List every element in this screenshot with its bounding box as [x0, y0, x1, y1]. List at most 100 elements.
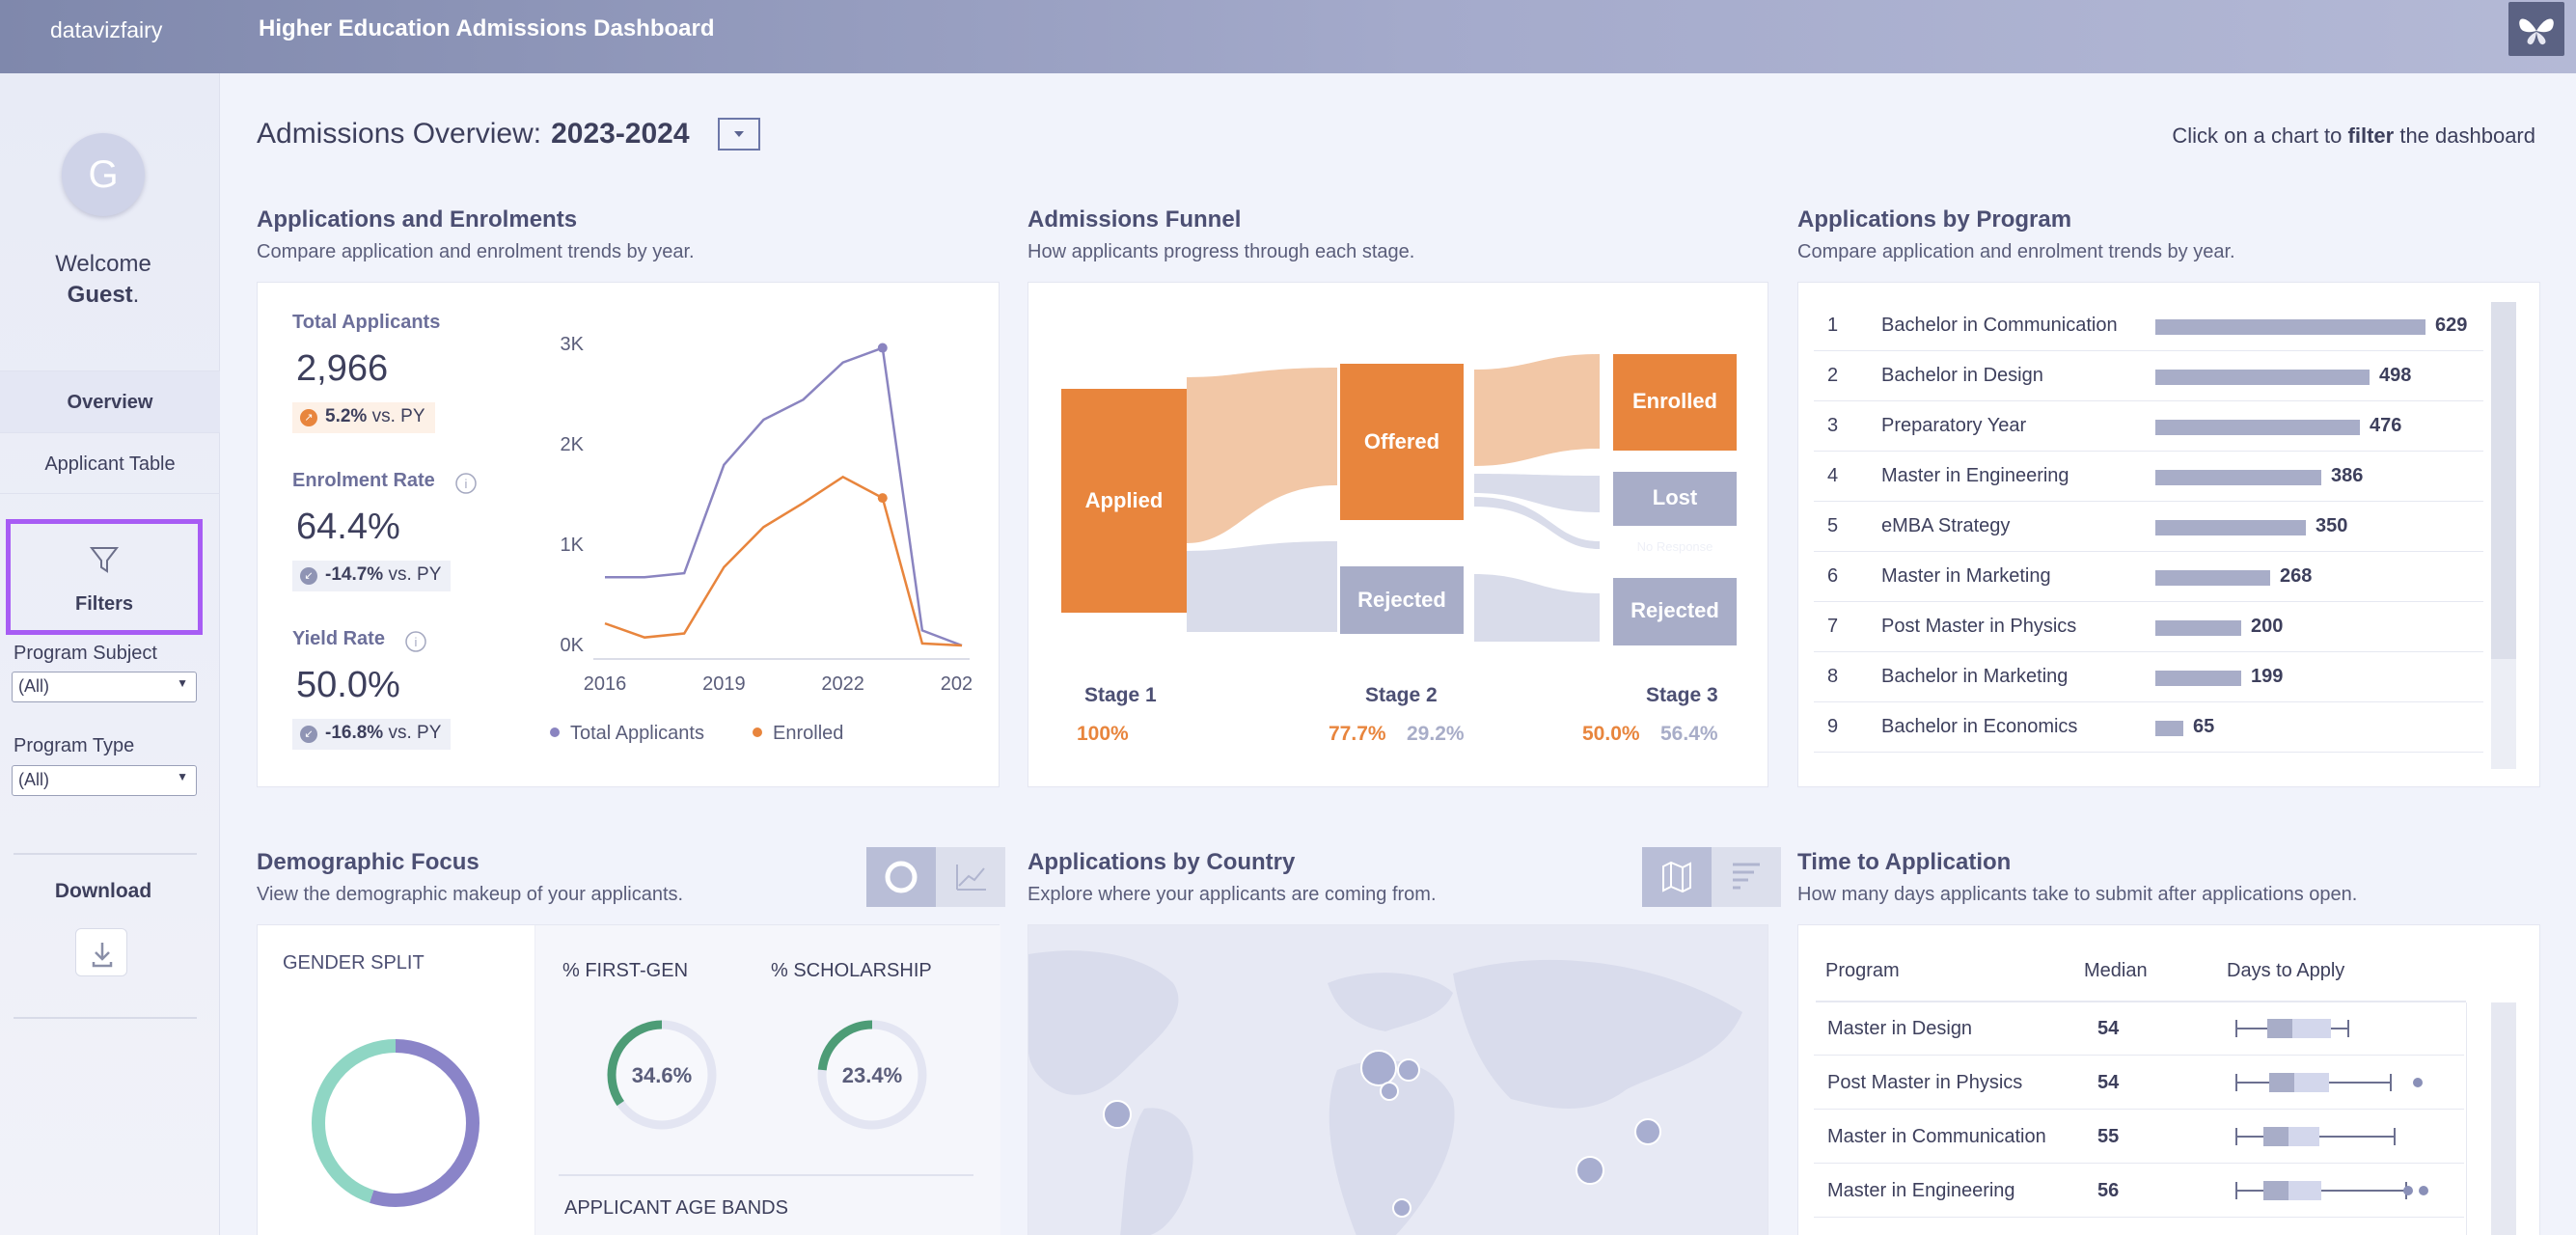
program-row[interactable]: 9 Bachelor in Economics 65	[1814, 702, 2483, 753]
south-america-shape	[1120, 1108, 1193, 1235]
program-rank: 6	[1827, 565, 1839, 587]
arrow-down-icon: ↙	[300, 726, 317, 743]
stage-3-label: Stage 3	[1646, 684, 1718, 706]
program-row[interactable]: 8 Bachelor in Marketing 199	[1814, 652, 2483, 702]
table-scrollbar[interactable]	[2491, 1002, 2516, 1235]
donut-view-toggle[interactable]	[866, 847, 936, 907]
time-program-name: Master in Communication	[1827, 1126, 2046, 1147]
program-row[interactable]: 6 Master in Marketing 268	[1814, 552, 2483, 602]
link-applied-offered	[1187, 368, 1337, 543]
europe-shape	[1328, 973, 1453, 1031]
info-icon[interactable]: i	[454, 472, 478, 495]
overview-label: Admissions Overview:	[257, 118, 542, 150]
bar-view-toggle[interactable]	[1712, 847, 1781, 907]
apps-enrolments-card[interactable]: Total Applicants 2,966 ↗ 5.2% vs. PY Enr…	[257, 282, 1000, 787]
program-name: Master in Marketing	[1881, 565, 2051, 587]
app-title: Higher Education Admissions Dashboard	[259, 15, 715, 41]
program-type-select[interactable]: (All) ▼	[12, 765, 197, 796]
butterfly-logo-icon[interactable]	[2508, 2, 2564, 56]
year-dropdown[interactable]	[718, 118, 760, 151]
brand-name[interactable]: datavizfairy	[50, 17, 162, 43]
firstgen-gauge[interactable]: 34.6%	[605, 1018, 719, 1132]
filters-button[interactable]: Filters	[6, 519, 203, 635]
country-bubble[interactable]	[1103, 1100, 1132, 1129]
info-icon[interactable]: i	[404, 630, 427, 653]
nav-applicant-table[interactable]: Applicant Table	[0, 432, 220, 494]
north-america-shape	[1028, 950, 1179, 1095]
node-lost-label: Lost	[1653, 485, 1698, 509]
country-bubble[interactable]	[1360, 1050, 1397, 1086]
kpi-total-applicants-value: 2,966	[296, 348, 389, 389]
scholarship-gauge[interactable]: 23.4%	[815, 1018, 929, 1132]
program-name: eMBA Strategy	[1881, 515, 2011, 536]
country-bubble[interactable]	[1380, 1082, 1399, 1101]
caret-down-icon	[734, 131, 744, 137]
trend-view-toggle[interactable]	[936, 847, 1005, 907]
scrollbar-thumb[interactable]	[2491, 302, 2516, 659]
map-icon	[1662, 861, 1691, 893]
col-header-days[interactable]: Days to Apply	[2227, 960, 2344, 982]
program-row[interactable]: 2 Bachelor in Design 498	[1814, 351, 2483, 401]
demographic-card[interactable]: GENDER SPLIT % FIRST-GEN % SCHOLARSHIP 3…	[257, 924, 1000, 1235]
y-tick-label: 3K	[561, 334, 585, 355]
gender-donut-chart[interactable]	[306, 1033, 485, 1213]
col-header-program[interactable]: Program	[1825, 960, 1900, 982]
program-row[interactable]: 5 eMBA Strategy 350	[1814, 502, 2483, 552]
program-list-scrollbar[interactable]	[2491, 302, 2516, 769]
program-rank: 4	[1827, 465, 1839, 486]
legend-label: Total Applicants	[570, 723, 704, 744]
funnel-card[interactable]: Applied Offered Rejected Enrolled Lost R…	[1028, 282, 1768, 787]
time-table-row[interactable]: Master in Communication 55	[1814, 1110, 2464, 1164]
program-name: Master in Engineering	[1881, 465, 2069, 486]
time-table-row[interactable]: Post Master in Physics 54	[1814, 1056, 2464, 1110]
change-suffix: vs. PY	[371, 406, 425, 426]
x-tick-label: 2019	[702, 673, 746, 695]
download-icon	[92, 943, 113, 968]
legend-marker	[550, 727, 560, 737]
program-row[interactable]: 3 Preparatory Year 476	[1814, 401, 2483, 452]
hint-bold: filter	[2347, 124, 2395, 148]
time-table-row[interactable]: Master in Design 54	[1814, 1002, 2464, 1056]
country-map-card[interactable]	[1028, 924, 1768, 1235]
filters-label: Filters	[74, 593, 134, 615]
world-map[interactable]	[1028, 925, 1769, 1235]
country-bubble[interactable]	[1392, 1198, 1411, 1218]
program-subject-label: Program Subject	[14, 643, 157, 664]
program-rank: 7	[1827, 616, 1839, 637]
program-row[interactable]: 7 Post Master in Physics 200	[1814, 602, 2483, 652]
program-row[interactable]: 4 Master in Engineering 386	[1814, 452, 2483, 502]
admissions-overview-heading: Admissions Overview: 2023-2024	[257, 118, 690, 151]
program-value: 629	[2435, 315, 2468, 336]
user-avatar[interactable]: G	[62, 133, 145, 216]
program-subject-select[interactable]: (All) ▼	[12, 672, 197, 702]
series-line-total-applicants	[605, 345, 963, 647]
download-button[interactable]	[75, 928, 127, 976]
hint-prefix: Click on a chart to	[2172, 124, 2343, 148]
kpi-yield-rate-change: ↙ -16.8% vs. PY	[292, 719, 452, 750]
time-to-app-subtitle: How many days applicants take to submit …	[1797, 884, 2358, 905]
sidebar: G Welcome Guest. Overview Applicant Tabl…	[0, 73, 220, 1235]
gender-split-label: GENDER SPLIT	[283, 952, 425, 974]
age-bands-label: APPLICANT AGE BANDS	[564, 1197, 788, 1219]
sidebar-divider	[14, 1017, 197, 1019]
program-value: 268	[2280, 565, 2313, 587]
country-bubble[interactable]	[1634, 1118, 1661, 1145]
series-line-enrolled	[604, 475, 963, 647]
map-view-toggle[interactable]	[1642, 847, 1712, 907]
by-program-title: Applications by Program	[1797, 206, 2072, 233]
country-bubble[interactable]	[1576, 1156, 1604, 1185]
funnel-sankey[interactable]: Applied Offered Rejected Enrolled Lost R…	[1028, 283, 1769, 788]
col-header-median[interactable]: Median	[2084, 960, 2148, 982]
time-median: 54	[2097, 1072, 2120, 1093]
boxplot	[2235, 1127, 2396, 1146]
firstgen-label: % FIRST-GEN	[562, 960, 689, 981]
chevron-down-icon: ▼	[177, 770, 188, 783]
program-bar	[2155, 319, 2425, 335]
program-row[interactable]: 1 Bachelor in Communication 629	[1814, 301, 2483, 351]
time-table-row[interactable]: Master in Engineering 56	[1814, 1164, 2464, 1218]
country-bubble[interactable]	[1397, 1058, 1420, 1082]
nav-overview[interactable]: Overview	[0, 370, 220, 432]
x-tick-label: 2025	[941, 673, 972, 695]
bar-list-icon	[1733, 863, 1760, 890]
applications-line-chart[interactable]: 3K 2K 1K 0K 2016 2019 2022 2025 Total Applicants…	[547, 302, 972, 765]
